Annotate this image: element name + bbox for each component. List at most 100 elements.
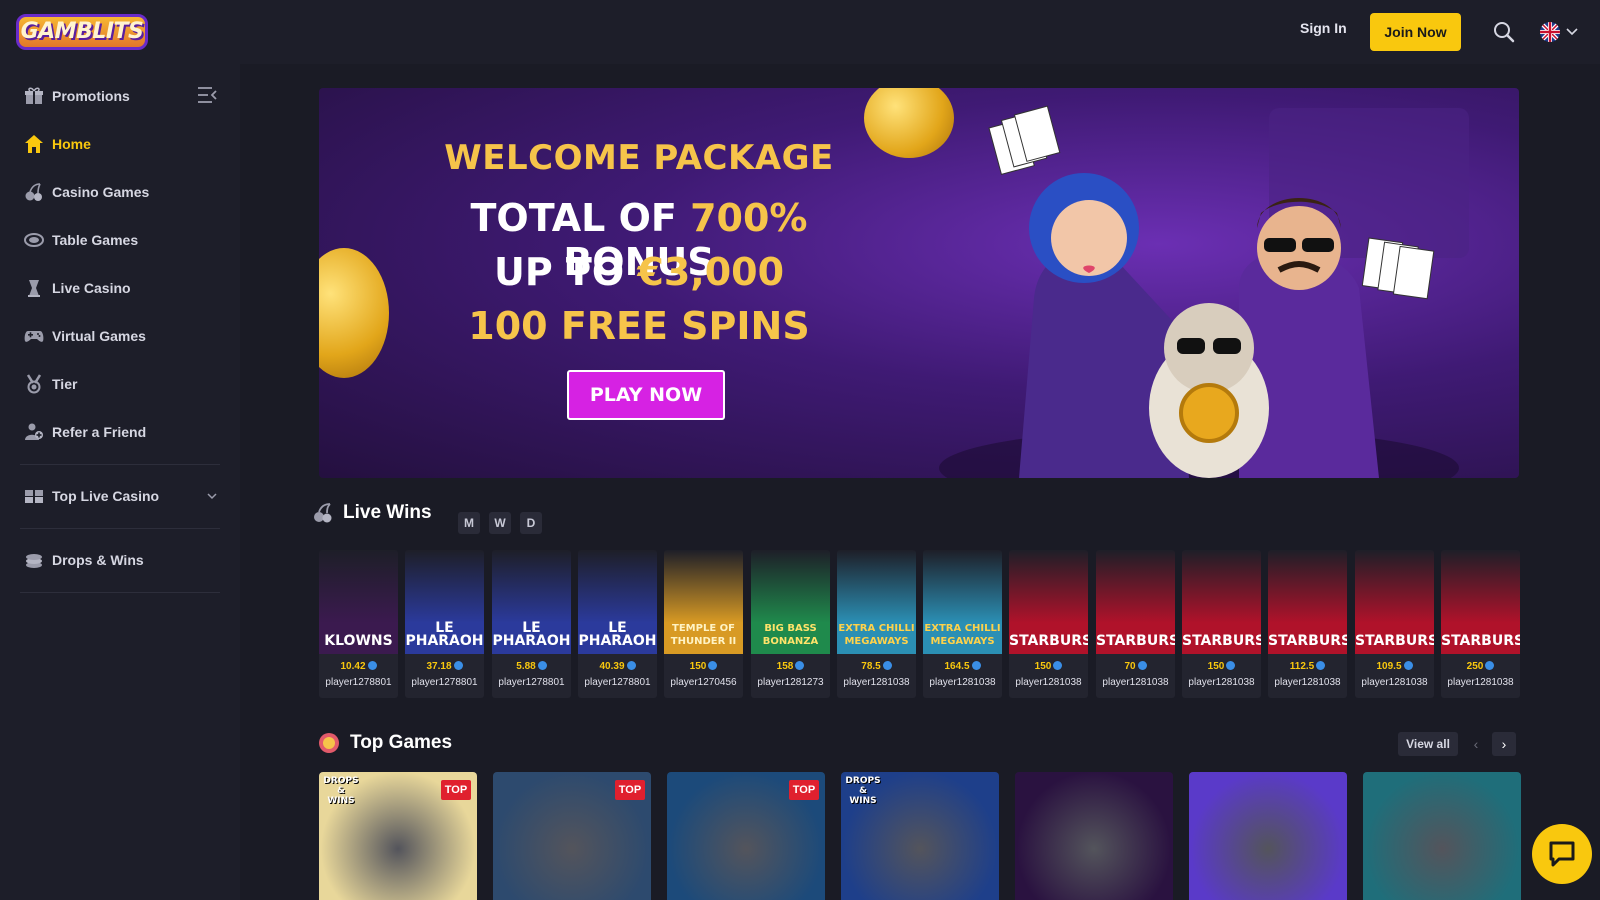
player-name: player1278801: [325, 677, 392, 688]
live-win-card[interactable]: STARBURST 70 player1281038: [1096, 550, 1175, 698]
sidebar-item-casino-games[interactable]: Casino Games: [0, 172, 240, 212]
sidebar-item-label: Tier: [52, 376, 78, 392]
game-thumbnail: EXTRA CHILLI MEGAWAYS: [837, 550, 916, 654]
cherry-icon: [314, 503, 332, 523]
period-month-button[interactable]: M: [458, 512, 480, 534]
game-title: STARBURST: [1355, 633, 1434, 649]
sidebar-item-table-games[interactable]: Table Games: [0, 220, 240, 260]
live-win-card[interactable]: LE PHARAOH 5.88 player1278801: [492, 550, 571, 698]
sidebar-divider: [20, 464, 220, 465]
player-name: player1281038: [1102, 677, 1169, 688]
sidebar-item-label: Top Live Casino: [52, 488, 160, 504]
game-card-gorilla[interactable]: [1363, 772, 1521, 900]
sidebar-item-virtual-games[interactable]: Virtual Games: [0, 316, 240, 356]
game-card-alien[interactable]: [1189, 772, 1347, 900]
play-now-button[interactable]: PLAY NOW: [567, 370, 725, 420]
player-name: player1281038: [1188, 677, 1255, 688]
game-thumbnail: STARBURST: [1096, 550, 1175, 654]
live-win-card[interactable]: KLOWNS 10.42 player1278801: [319, 550, 398, 698]
live-win-card[interactable]: TEMPLE OF THUNDER II 150 player1270456: [664, 550, 743, 698]
view-all-button[interactable]: View all: [1398, 732, 1458, 756]
banner-spins-line: 100 FREE SPINS: [468, 304, 810, 348]
win-amount: 40.39: [578, 661, 657, 672]
player-name: player1278801: [411, 677, 478, 688]
sidebar-divider: [20, 592, 220, 593]
next-arrow-icon[interactable]: ›: [1492, 732, 1516, 756]
top-badge: TOP: [789, 780, 819, 800]
coin-icon: [1137, 661, 1147, 670]
sidebar-item-home[interactable]: Home: [0, 124, 240, 164]
win-amount-value: 5.88: [516, 661, 536, 672]
player-name: player1281038: [1015, 677, 1082, 688]
period-week-button[interactable]: W: [489, 512, 511, 534]
game-card-crown-coin[interactable]: [1015, 772, 1173, 900]
game-thumbnail: LE PHARAOH: [578, 550, 657, 654]
friends-icon: [25, 423, 43, 440]
game-card-coins[interactable]: TOP: [667, 772, 825, 900]
chat-button[interactable]: [1532, 824, 1592, 884]
live-win-card[interactable]: STARBURST 150 player1281038: [1182, 550, 1261, 698]
cards-fan: [988, 105, 1061, 175]
language-selector[interactable]: [1540, 22, 1586, 42]
coin-icon: [1403, 661, 1413, 670]
sign-in-button[interactable]: Sign In: [1300, 20, 1347, 36]
live-win-card[interactable]: EXTRA CHILLI MEGAWAYS 78.5 player1281038: [837, 550, 916, 698]
top-header: GAMBLITS Sign In Join Now: [0, 0, 1600, 64]
win-amount-value: 78.5: [861, 661, 881, 672]
cherry-icon: [25, 183, 42, 201]
live-win-card[interactable]: LE PHARAOH 40.39 player1278801: [578, 550, 657, 698]
game-card-strawberry[interactable]: TOP DROPS & WINS: [319, 772, 477, 900]
sidebar-item-top-live-casino[interactable]: Top Live Casino: [0, 476, 240, 516]
live-win-card[interactable]: BIG BASS BONANZA 158 player1281273: [751, 550, 830, 698]
welcome-banner[interactable]: WELCOME PACKAGE TOTAL OF 700% BONUS UP T…: [319, 88, 1519, 478]
sidebar-item-label: Refer a Friend: [52, 424, 147, 440]
live-win-card[interactable]: LE PHARAOH 37.18 player1278801: [405, 550, 484, 698]
banner-text: UP TO: [493, 250, 638, 294]
banner-headline: WELCOME PACKAGE: [444, 138, 834, 178]
prev-arrow-icon[interactable]: ‹: [1464, 732, 1488, 756]
game-thumbnail: STARBURST: [1355, 550, 1434, 654]
gift-icon: [25, 87, 43, 104]
chat-icon: [1549, 841, 1575, 867]
win-amount-value: 158: [776, 661, 794, 672]
game-thumbnail: KLOWNS: [319, 550, 398, 654]
coin-icon: [626, 661, 636, 670]
live-win-card[interactable]: STARBURST 250 player1281038: [1441, 550, 1520, 698]
game-thumbnail: EXTRA CHILLI MEGAWAYS: [923, 550, 1002, 654]
coin-icon: [367, 661, 377, 670]
live-win-card[interactable]: STARBURST 112.5 player1281038: [1268, 550, 1347, 698]
game-title: STARBURST: [1182, 633, 1261, 649]
game-title: LE PHARAOH: [492, 620, 571, 649]
period-day-button[interactable]: D: [520, 512, 542, 534]
sidebar-item-label: Casino Games: [52, 184, 150, 200]
game-card-wolf[interactable]: DROPS & WINS: [841, 772, 999, 900]
win-amount-value: 150: [689, 661, 707, 672]
live-win-card[interactable]: STARBURST 150 player1281038: [1009, 550, 1088, 698]
sidebar-item-live-casino[interactable]: Live Casino: [0, 268, 240, 308]
coin-icon: [537, 661, 547, 670]
coin-icon: [971, 661, 981, 670]
player-name: player1281038: [1361, 677, 1428, 688]
game-thumbnail: LE PHARAOH: [492, 550, 571, 654]
player-name: player1270456: [670, 677, 737, 688]
game-thumbnail: STARBURST: [1268, 550, 1347, 654]
top-games-title: Top Games: [350, 732, 453, 753]
game-thumbnail: TEMPLE OF THUNDER II: [664, 550, 743, 654]
game-thumbnail: LE PHARAOH: [405, 550, 484, 654]
medal-icon: [26, 374, 42, 394]
logo[interactable]: GAMBLITS: [16, 10, 148, 54]
live-win-card[interactable]: EXTRA CHILLI MEGAWAYS 164.5 player1281038: [923, 550, 1002, 698]
game-title: LE PHARAOH: [405, 620, 484, 649]
win-amount-value: 70: [1124, 661, 1136, 672]
sidebar-item-drops-wins[interactable]: Drops & Wins: [0, 540, 240, 580]
collapse-sidebar-icon[interactable]: [197, 86, 217, 104]
player-name: player1281273: [757, 677, 824, 688]
search-icon[interactable]: [1492, 20, 1516, 44]
live-win-card[interactable]: STARBURST 109.5 player1281038: [1355, 550, 1434, 698]
game-card-wheel[interactable]: TOP: [493, 772, 651, 900]
join-now-button[interactable]: Join Now: [1370, 13, 1461, 51]
sidebar-item-refer-a-friend[interactable]: Refer a Friend: [0, 412, 240, 452]
sidebar-item-tier[interactable]: Tier: [0, 364, 240, 404]
win-amount: 5.88: [492, 661, 571, 672]
win-amount: 158: [751, 661, 830, 672]
